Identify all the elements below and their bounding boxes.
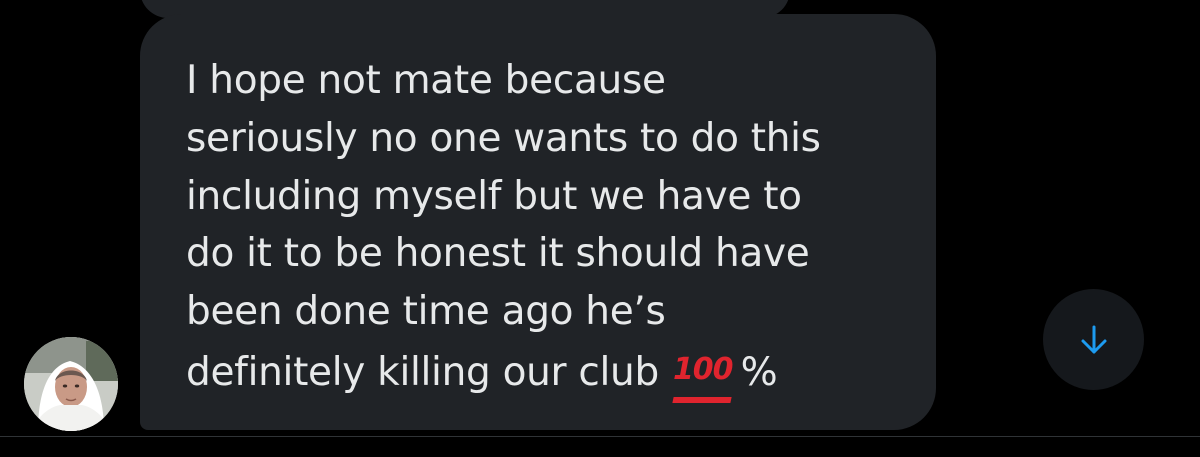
message-line: I hope not mate because (186, 58, 666, 103)
message-bubble[interactable]: I hope not mate because seriously no one… (140, 14, 936, 430)
arrow-down-icon (1081, 325, 1106, 353)
message-last-line: definitely killing our club 100% (186, 341, 896, 402)
message-line: do it to be honest it should have (186, 231, 810, 277)
avatar-photo (24, 337, 118, 431)
sender-avatar[interactable] (24, 337, 118, 431)
composer-divider (0, 436, 1200, 437)
message-line: including myself but we have to (186, 173, 802, 219)
dm-conversation: I hope not mate because seriously no one… (0, 0, 1200, 457)
message-line: seriously no one wants to do this (186, 115, 821, 161)
scroll-to-bottom-button[interactable] (1043, 289, 1144, 390)
message-line: definitely killing our club (186, 349, 659, 395)
message-line: been done time ago he’s (186, 289, 666, 335)
hundred-points-emoji-icon: 100 (673, 341, 734, 399)
percent-sign: % (740, 349, 778, 395)
